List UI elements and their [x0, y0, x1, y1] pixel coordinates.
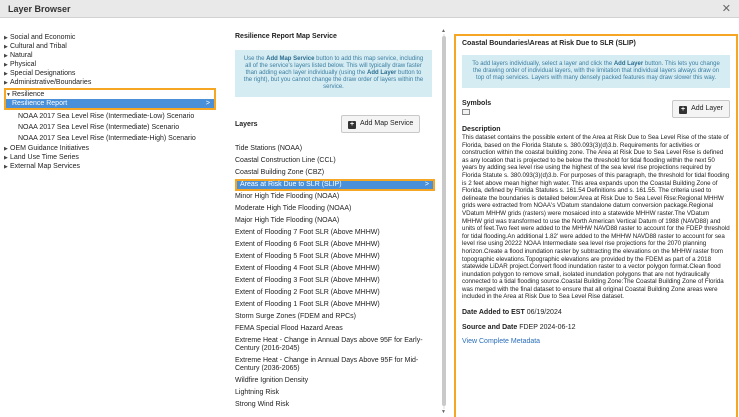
tree-item-cultural-tribal[interactable]: ▶ Cultural and Tribal	[4, 42, 216, 51]
layer-item[interactable]: Tide Stations (NOAA)	[235, 143, 435, 155]
symbols-row: Symbols + Add Layer	[462, 98, 730, 118]
plus-icon: +	[348, 121, 356, 129]
tree-item-slr-int-low[interactable]: NOAA 2017 Sea Level Rise (Intermediate-L…	[4, 111, 216, 122]
scroll-down-icon[interactable]: ▼	[441, 409, 446, 415]
chevron-right-icon: >	[424, 181, 429, 188]
add-map-service-button[interactable]: + Add Map Service	[341, 115, 421, 133]
layer-details-panel: Coastal Boundaries\Areas at Risk Due to …	[454, 34, 738, 417]
tree-item-slr-int-high[interactable]: NOAA 2017 Sea Level Rise (Intermediate-H…	[4, 133, 216, 144]
source-date-row: Source and Date FDEP 2024-06-12	[462, 324, 576, 332]
view-metadata-link[interactable]: View Complete Metadata	[462, 338, 730, 345]
resilience-group: ▼Resilience Resilience Report >	[4, 88, 216, 110]
layers-header: Layers + Add Map Service	[235, 115, 435, 133]
chevron-right-icon: >	[205, 100, 210, 107]
layer-item[interactable]: Storm Surge Zones (FDEM and RPCs)	[235, 311, 435, 323]
symbols-label: Symbols	[462, 100, 492, 107]
layer-item[interactable]: Strong Wind Risk	[235, 399, 435, 411]
layer-details-title: Coastal Boundaries\Areas at Risk Due to …	[462, 40, 636, 47]
window-title: Layer Browser	[8, 4, 71, 14]
scroll-thumb[interactable]	[442, 36, 446, 406]
layer-item[interactable]: Extreme Heat - Change in Annual Days abo…	[235, 335, 435, 355]
title-bar: Layer Browser ✕	[0, 0, 739, 18]
layer-item[interactable]: Extent of Flooding 6 Foot SLR (Above MHH…	[235, 239, 435, 251]
tree-item-resilience-report[interactable]: Resilience Report >	[6, 99, 214, 108]
tree-item-special-designations[interactable]: ▶ Special Designations	[4, 69, 216, 78]
layer-item[interactable]: Major High Tide Flooding (NOAA)	[235, 215, 435, 227]
layer-item[interactable]: Wildfire Ignition Density	[235, 375, 435, 387]
layer-list: Tide Stations (NOAA) Coastal Constructio…	[235, 143, 435, 411]
layer-item[interactable]: Extreme Heat - Change in Annual Days Abo…	[235, 355, 435, 375]
layer-item[interactable]: Moderate High Tide Flooding (NOAA)	[235, 203, 435, 215]
layer-item[interactable]: Minor High Tide Flooding (NOAA)	[235, 191, 435, 203]
close-icon[interactable]: ✕	[722, 2, 731, 15]
tree-item-social-economic[interactable]: ▶ Social and Economic	[4, 33, 216, 42]
tree-item-physical[interactable]: ▶ Physical	[4, 60, 216, 69]
tree-item-slr-int[interactable]: NOAA 2017 Sea Level Rise (Intermediate) …	[4, 122, 216, 133]
tree-item-land-use[interactable]: ▶ Land Use Time Series	[4, 153, 216, 162]
description-text: This dataset contains the possible exten…	[462, 134, 730, 301]
layers-label: Layers	[235, 121, 258, 128]
category-tree: ▶ Social and Economic ▶ Cultural and Triba…	[4, 33, 216, 171]
layer-item[interactable]: Coastal Building Zone (CBZ)	[235, 167, 435, 179]
layer-item-selected[interactable]: Areas at Risk Due to SLR (SLIP) >	[235, 179, 435, 191]
layer-item[interactable]: Extent of Flooding 7 Foot SLR (Above MHH…	[235, 227, 435, 239]
layer-item[interactable]: Lightning Risk	[235, 387, 435, 399]
tree-item-external-services[interactable]: ▶ External Map Services	[4, 162, 216, 171]
map-service-heading: Resilience Report Map Service	[235, 33, 337, 40]
tree-item-oem-guidance[interactable]: ▶ OEM Guidance Initiatives	[4, 144, 216, 153]
map-service-panel: Resilience Report Map Service Use the Ad…	[235, 33, 435, 411]
symbol-swatch	[462, 109, 470, 115]
layer-list-scrollbar[interactable]: ▲ ▼	[441, 28, 447, 415]
layer-item[interactable]: FEMA Special Flood Hazard Areas	[235, 323, 435, 335]
map-service-info: Use the Add Map Service button to add th…	[235, 50, 432, 97]
layer-item[interactable]: Extent of Flooding 3 Foot SLR (Above MHH…	[235, 275, 435, 287]
layer-item[interactable]: Extent of Flooding 2 Foot SLR (Above MHH…	[235, 287, 435, 299]
add-layer-info: To add layers individually, select a lay…	[462, 55, 730, 88]
add-layer-button[interactable]: + Add Layer	[672, 100, 730, 118]
tree-item-resilience[interactable]: ▼Resilience	[6, 90, 214, 99]
layer-item[interactable]: Coastal Construction Line (CCL)	[235, 155, 435, 167]
tree-item-administrative[interactable]: ▶ Administrative/Boundaries	[4, 78, 216, 87]
layer-item[interactable]: Extent of Flooding 1 Foot SLR (Above MHH…	[235, 299, 435, 311]
date-added-row: Date Added to EST 06/19/2024	[462, 309, 562, 317]
description-label: Description	[462, 126, 501, 133]
layer-item[interactable]: Extent of Flooding 4 Foot SLR (Above MHH…	[235, 263, 435, 275]
layer-item[interactable]: Extent of Flooding 5 Foot SLR (Above MHH…	[235, 251, 435, 263]
tree-item-natural[interactable]: ▶ Natural	[4, 51, 216, 60]
plus-icon: +	[679, 106, 688, 114]
